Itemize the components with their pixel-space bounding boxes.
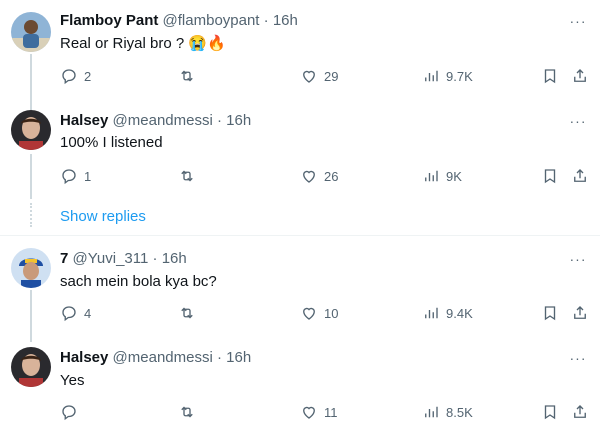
tweet-actions: 2 29 9.7K (0, 65, 600, 87)
share-icon (574, 169, 586, 182)
like-button[interactable]: 29 (300, 65, 338, 87)
bookmark-icon (544, 169, 556, 184)
share-button[interactable] (571, 165, 589, 187)
like-button[interactable]: 10 (300, 302, 338, 324)
reply-button[interactable] (60, 401, 84, 423)
reply-icon (62, 169, 76, 185)
like-count: 11 (324, 404, 338, 420)
bookmark-button[interactable] (541, 401, 559, 423)
reply-icon (62, 69, 76, 85)
timestamp[interactable]: 16h (226, 349, 251, 366)
views-icon (425, 307, 438, 319)
retweet-button[interactable] (178, 165, 202, 187)
views-button[interactable]: 9K (422, 165, 462, 187)
tweet-text: Real or Riyal bro ? 😭🔥 (60, 35, 226, 52)
views-button[interactable]: 9.4K (422, 302, 473, 324)
reply-button[interactable]: 1 (60, 165, 91, 187)
retweet-button[interactable] (178, 302, 202, 324)
reply-icon (62, 306, 76, 322)
avatar[interactable] (11, 248, 51, 288)
views-icon (425, 170, 438, 182)
separator-dot: · (152, 250, 158, 267)
avatar[interactable] (11, 12, 51, 52)
display-name[interactable]: Flamboy Pant (60, 12, 158, 29)
reply-button[interactable]: 2 (60, 65, 91, 87)
tweet-header: Halsey @meandmessi · 16h (60, 111, 251, 131)
more-options-icon[interactable]: ··· (568, 249, 588, 269)
reply-button[interactable]: 4 (60, 302, 91, 324)
retweet-button[interactable] (178, 401, 202, 423)
heart-icon (303, 307, 315, 320)
reply-count: 2 (84, 68, 92, 84)
share-button[interactable] (571, 302, 589, 324)
separator-dot: · (263, 12, 269, 29)
user-handle[interactable]: @meandmessi (113, 112, 213, 129)
share-icon (574, 306, 586, 319)
retweet-icon (181, 170, 193, 182)
like-count: 29 (324, 68, 339, 84)
retweet-icon (181, 307, 193, 319)
tweet-header: Halsey @meandmessi · 16h (60, 348, 251, 368)
share-button[interactable] (571, 401, 589, 423)
timestamp[interactable]: 16h (162, 250, 187, 267)
like-button[interactable]: 11 (300, 401, 338, 423)
heart-icon (303, 170, 315, 183)
user-handle[interactable]: @Yuvi_311 (73, 250, 149, 267)
avatar[interactable] (11, 347, 51, 387)
views-icon (425, 70, 438, 82)
more-options-icon[interactable]: ··· (568, 111, 588, 131)
tweet-actions: 11 8.5K (0, 401, 600, 423)
like-count: 26 (324, 168, 339, 184)
tweet-text: sach mein bola kya bc? (60, 273, 217, 290)
bookmark-button[interactable] (541, 65, 559, 87)
more-options-icon[interactable]: ··· (568, 348, 588, 368)
user-handle[interactable]: @meandmessi (113, 349, 213, 366)
retweet-button[interactable] (178, 65, 202, 87)
reply-icon (62, 405, 76, 421)
display-name[interactable]: Halsey (60, 112, 108, 129)
views-count: 9K (446, 168, 462, 184)
separator-dot: · (216, 349, 222, 366)
separator-dot: · (216, 112, 222, 129)
tweet-text: 100% I listened (60, 134, 163, 151)
avatar[interactable] (11, 110, 51, 150)
bookmark-button[interactable] (541, 165, 559, 187)
tweet-header: Flamboy Pant @flamboypant · 16h (60, 11, 298, 31)
views-count: 9.7K (446, 68, 473, 84)
bookmark-icon (544, 405, 556, 420)
bookmark-icon (544, 306, 556, 321)
retweet-icon (181, 406, 193, 418)
tweet-header: 7 @Yuvi_311 · 16h (60, 249, 187, 269)
share-button[interactable] (571, 65, 589, 87)
timestamp[interactable]: 16h (226, 112, 251, 129)
share-icon (574, 405, 586, 418)
views-count: 8.5K (446, 404, 473, 420)
like-button[interactable]: 26 (300, 165, 338, 187)
user-handle[interactable]: @flamboypant (163, 12, 260, 29)
views-icon (425, 406, 438, 418)
show-replies-link[interactable]: Show replies (60, 207, 146, 227)
reply-count: 4 (84, 305, 92, 321)
heart-icon (303, 406, 315, 419)
more-options-icon[interactable]: ··· (568, 11, 588, 31)
bookmark-button[interactable] (541, 302, 559, 324)
like-count: 10 (324, 305, 339, 321)
display-name[interactable]: 7 (60, 250, 68, 267)
reply-count: 1 (84, 168, 92, 184)
bookmark-icon (544, 69, 556, 84)
thread-dots (30, 203, 32, 227)
tweet-actions: 1 26 9K (0, 165, 600, 187)
retweet-icon (181, 70, 193, 82)
share-icon (574, 69, 586, 82)
heart-icon (303, 70, 315, 83)
display-name[interactable]: Halsey (60, 349, 108, 366)
tweet-text: Yes (60, 372, 85, 389)
tweet-actions: 4 10 9.4K (0, 302, 600, 324)
views-count: 9.4K (446, 305, 473, 321)
views-button[interactable]: 9.7K (422, 65, 473, 87)
views-button[interactable]: 8.5K (422, 401, 473, 423)
timestamp[interactable]: 16h (273, 12, 298, 29)
